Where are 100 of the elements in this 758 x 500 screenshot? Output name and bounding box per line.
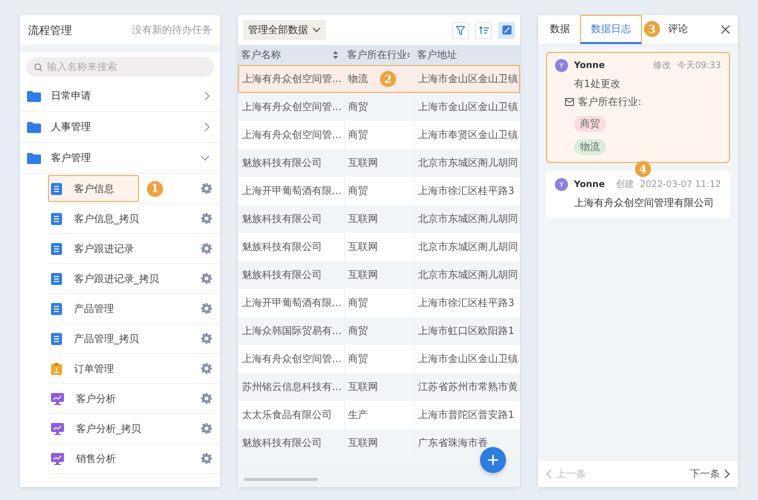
table-cell-text: 上海有舟众创空间管... — [242, 128, 342, 142]
sort-icon — [478, 26, 488, 34]
table-cell-text: 魅族科技有限公司 — [242, 156, 322, 170]
number-badge: 3 — [644, 21, 660, 37]
table-cell-text: 魅族科技有限公司 — [242, 268, 322, 282]
sort-arrows-icon — [333, 51, 338, 59]
table-cell-text: 商贸 — [348, 184, 368, 198]
form-item[interactable]: 订单管理 — [48, 355, 125, 382]
user-name: Yonne — [574, 180, 606, 190]
table-row[interactable]: 魅族科技有限公司 互联网 北京市东城区阁儿胡同 — [238, 205, 520, 233]
toolbar-button[interactable] — [452, 22, 469, 38]
table-row[interactable]: 上海开甲葡萄酒有限... 商贸 上海市徐汇区桂平路3 — [238, 177, 520, 205]
table-cell-text: 互联网 — [348, 381, 378, 394]
table-row[interactable]: 苏州铭云信息科技有... 互联网 江苏省苏州市常熟市黄 — [238, 373, 520, 401]
settings-icon[interactable] — [201, 393, 212, 404]
chevron-right-icon — [204, 122, 210, 132]
chevron-down-icon — [200, 155, 210, 161]
table-cell-text: 苏州铭云信息科技有... — [242, 380, 342, 394]
settings-icon[interactable] — [201, 273, 212, 284]
table-cell-text: 上海市奉贤区金山卫镇 — [418, 128, 518, 142]
table-row[interactable]: 魅族科技有限公司 互联网 广东省珠海市香 — [238, 429, 520, 457]
settings-icon[interactable] — [201, 213, 212, 224]
tab[interactable]: 数据 — [546, 15, 574, 44]
table-cell-text: 广东省珠海市香 — [418, 436, 488, 450]
search-field[interactable]: 输入名称来搜索 — [26, 57, 214, 77]
form-item[interactable]: 销售分析 — [48, 445, 127, 472]
action-label: 修改 — [653, 60, 672, 72]
column-header[interactable]: 客户所在行业 — [344, 48, 414, 62]
document-icon — [51, 302, 62, 314]
form-item[interactable]: 客户分析_拷贝 — [48, 415, 152, 442]
table-row[interactable]: 上海有舟众创空间管... 商贸 上海市金山区金山卫镇 — [238, 93, 520, 121]
next-button[interactable]: 下一条 — [690, 467, 730, 481]
folder-item[interactable]: 人事管理 — [20, 112, 220, 143]
monitor-chart-icon — [51, 422, 64, 434]
table-cell-text: 太太乐食品有限公司 — [242, 408, 332, 422]
table-cell-text: 商贸 — [348, 128, 368, 142]
tab[interactable]: 数据日志 — [580, 15, 642, 44]
value-tag: 商贸 — [574, 116, 606, 132]
table-cell-text: 上海市金山区金山卫镇 — [418, 100, 518, 114]
filter-icon — [456, 26, 465, 34]
table-cell-text: 互联网 — [348, 213, 378, 226]
toolbar-button[interactable] — [475, 22, 492, 38]
table-row[interactable]: 太太乐食品有限公司 生产 上海市普陀区普安路1 — [238, 401, 520, 429]
scrollbar[interactable] — [244, 478, 318, 481]
timestamp: 今天09:33 — [677, 60, 721, 72]
form-item[interactable]: 产品管理 — [48, 295, 125, 322]
table-cell-text: 互联网 — [348, 157, 378, 170]
record-name: 上海有舟众创空间管理有限公司 — [574, 196, 715, 210]
change-summary: 有1处更改 — [574, 78, 622, 91]
field-name: 客户所在行业: — [578, 96, 642, 109]
table-row[interactable]: 魅族科技有限公司 互联网 北京市东城区阁儿胡同 — [238, 233, 520, 261]
settings-icon[interactable] — [201, 423, 212, 434]
settings-icon[interactable] — [201, 453, 212, 464]
form-item[interactable]: 客户分析 — [48, 385, 127, 412]
form-item[interactable]: 客户信息_拷贝 — [48, 205, 150, 232]
caret-icon — [312, 27, 321, 33]
timestamp: 2022-03-07 11:12 — [640, 180, 721, 190]
table-row[interactable]: 上海有舟众创空间管... 商贸 上海市奉贤区金山卫镇 — [238, 121, 520, 149]
folder-icon — [27, 90, 41, 102]
settings-icon[interactable] — [201, 363, 212, 374]
settings-icon[interactable] — [201, 243, 212, 254]
folder-item[interactable]: 日常申请 — [20, 81, 220, 112]
settings-icon[interactable] — [201, 183, 212, 194]
settings-icon[interactable] — [201, 303, 212, 314]
table-cell-text: 商贸 — [348, 296, 368, 310]
table-row[interactable]: 上海开甲葡萄酒有限... 商贸 上海市徐汇区桂平路3 — [238, 289, 520, 317]
table-cell-text: 物流 — [348, 72, 368, 86]
folder-icon — [27, 152, 41, 164]
toolbar-button[interactable] — [498, 22, 515, 38]
table-cell-text: 上海市金山区金山卫镇 — [418, 352, 518, 366]
form-item[interactable]: 客户信息 — [48, 175, 139, 202]
table-row[interactable]: 魅族科技有限公司 互联网 北京市东城区阁儿胡同 — [238, 261, 520, 289]
monitor-chart-icon — [51, 392, 64, 404]
table-cell-text: 上海开甲葡萄酒有限... — [242, 296, 342, 310]
table-row[interactable]: 上海众韩国际贸易有... 商贸 上海市虹口区欧阳路1 — [238, 317, 520, 345]
table-cell-text: 北京市东城区阁儿胡同 — [418, 240, 518, 254]
close-icon[interactable] — [721, 25, 730, 34]
tab[interactable]: 评论 — [664, 15, 692, 44]
sort-arrows-icon — [407, 51, 410, 59]
scope-dropdown[interactable]: 管理全部数据 — [243, 20, 326, 40]
document-icon — [51, 182, 62, 194]
table-cell-text: 魅族科技有限公司 — [242, 436, 322, 450]
table-row[interactable]: 上海有舟众创空间管... 物流 2 上海市金山区金山卫镇 — [238, 65, 520, 93]
table-cell-text: 北京市东城区阁儿胡同 — [418, 212, 518, 226]
column-header[interactable]: 客户名称 — [238, 48, 344, 62]
form-item[interactable]: 产品管理_拷贝 — [48, 325, 150, 352]
form-item[interactable]: 客户跟进记录_拷贝 — [48, 265, 170, 292]
table-cell-text: 上海有舟众创空间管... — [242, 352, 342, 366]
column-header[interactable]: 客户地址 — [414, 48, 520, 62]
add-button[interactable] — [480, 447, 506, 473]
form-item[interactable]: 客户跟进记录 — [48, 235, 145, 262]
table-cell-text: 上海有舟众创空间管... — [242, 100, 342, 114]
table-cell-text: 上海市普陀区普安路1 — [418, 408, 514, 422]
folder-item[interactable]: 客户管理 — [20, 143, 220, 174]
settings-icon[interactable] — [201, 333, 212, 344]
card-view-icon — [502, 25, 512, 35]
table-cell-text: 互联网 — [348, 437, 378, 450]
table-row[interactable]: 上海有舟众创空间管... 商贸 上海市金山区金山卫镇 — [238, 345, 520, 373]
table-row[interactable]: 魅族科技有限公司 互联网 北京市东城区阁儿胡同 — [238, 149, 520, 177]
table-cell-text: 上海开甲葡萄酒有限... — [242, 184, 342, 198]
